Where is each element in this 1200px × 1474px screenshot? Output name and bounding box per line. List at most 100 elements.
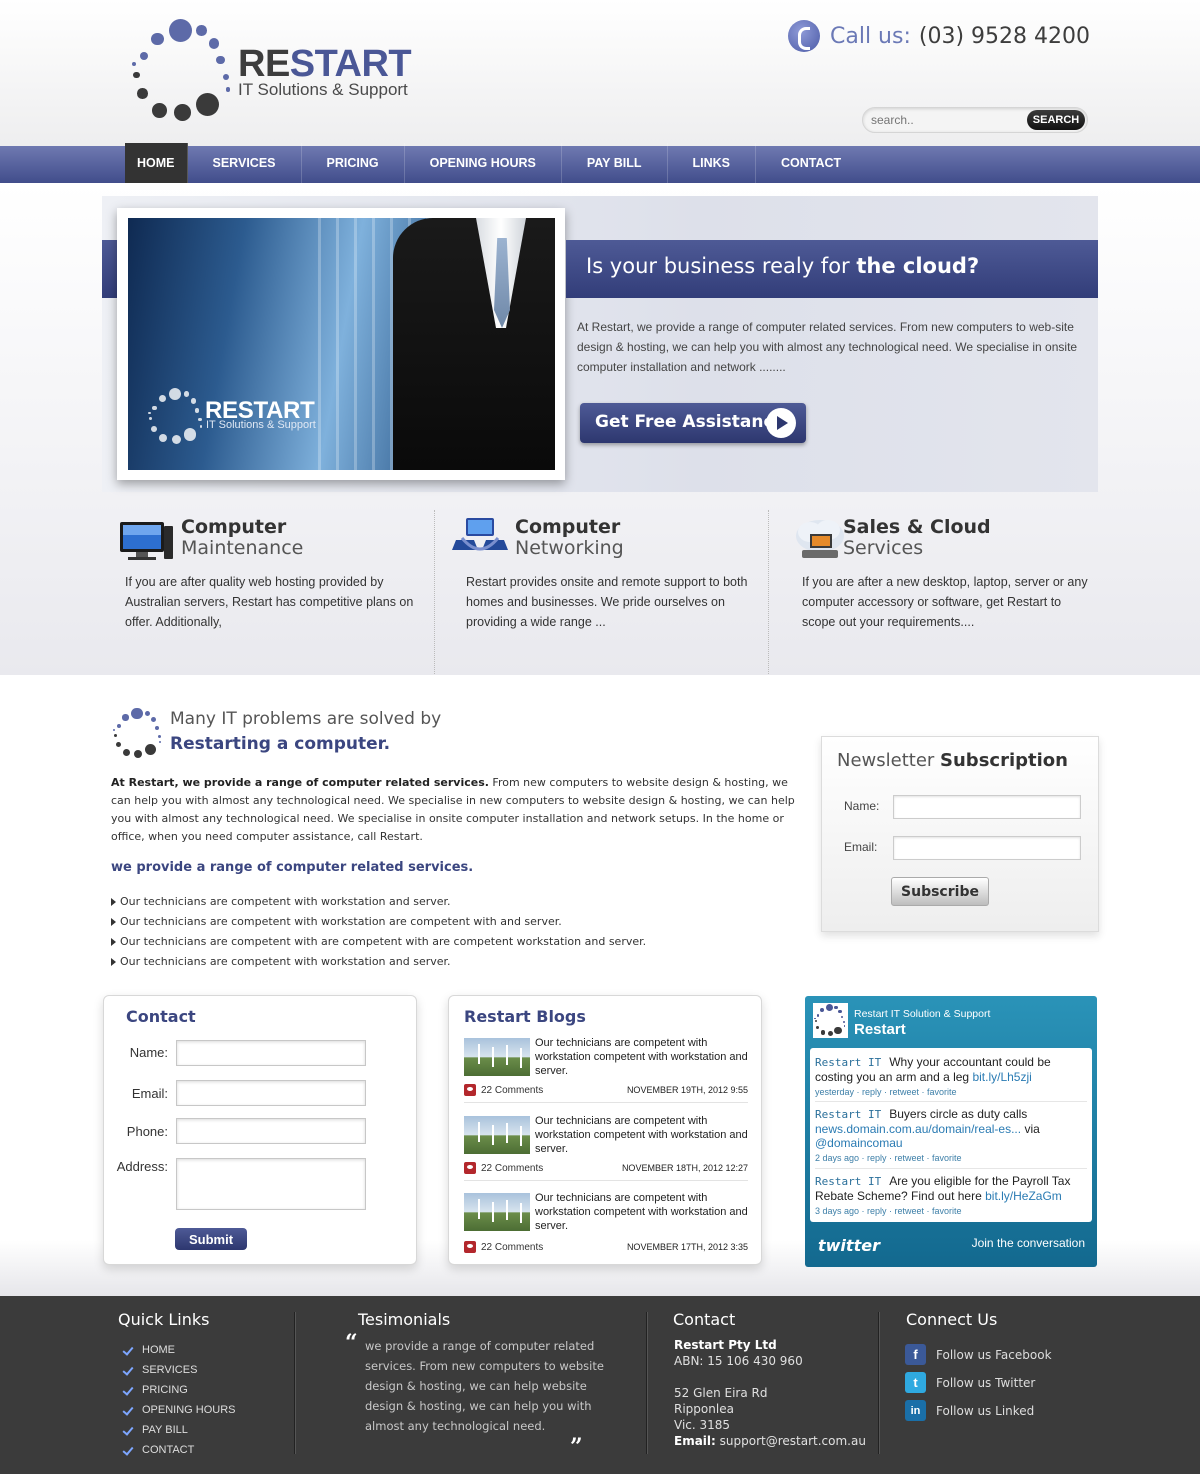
contact-address-input[interactable] bbox=[176, 1158, 366, 1210]
nav-item-links[interactable]: LINKS bbox=[668, 143, 757, 183]
list-item: Our technicians are competent with works… bbox=[111, 892, 646, 912]
service-title: Computer bbox=[515, 516, 621, 538]
nav-item-opening-hours[interactable]: OPENING HOURS bbox=[405, 143, 562, 183]
intro-heading: Many IT problems are solved by bbox=[170, 709, 442, 729]
nav-item-contact[interactable]: CONTACT bbox=[756, 143, 866, 183]
banner-text: At Restart, we provide a range of comput… bbox=[577, 320, 1078, 374]
logo-dot bbox=[151, 32, 164, 46]
get-free-assistance-button[interactable]: Get Free Assistance bbox=[580, 403, 806, 443]
logo-dot bbox=[122, 749, 131, 757]
blog-thumbnail[interactable] bbox=[464, 1193, 530, 1231]
tweet-link[interactable]: news.domain.com.au/domain/real-es... bbox=[815, 1122, 1021, 1136]
nav-item-home[interactable]: HOME bbox=[125, 143, 188, 183]
headline-bold: the cloud? bbox=[856, 254, 980, 278]
blog-excerpt[interactable]: Our technicians are competent with works… bbox=[535, 1114, 748, 1156]
tweet-meta[interactable]: 3 days ago · reply · retweet · favorite bbox=[815, 1204, 1087, 1218]
twitter-avatar[interactable] bbox=[813, 1003, 848, 1038]
blog-excerpt[interactable]: Our technicians are competent with works… bbox=[535, 1191, 748, 1233]
call-number[interactable]: (03) 9528 4200 bbox=[919, 24, 1090, 49]
address-line: 52 Glen Eira Rd bbox=[674, 1386, 768, 1400]
nav-item-services[interactable]: SERVICES bbox=[188, 143, 302, 183]
blogs-title: Restart Blogs bbox=[464, 1007, 586, 1026]
blog-thumbnail[interactable] bbox=[464, 1116, 530, 1154]
contact-name-input[interactable] bbox=[176, 1040, 366, 1066]
twitter-logo[interactable]: twitter bbox=[818, 1236, 880, 1255]
social-link-twitter[interactable]: t Follow us Twitter bbox=[905, 1372, 1035, 1393]
tweet: Restart IT Why your accountant could be c… bbox=[815, 1055, 1087, 1099]
social-link-linkedin[interactable]: in Follow us Linked bbox=[905, 1400, 1034, 1421]
tweet-author[interactable]: Restart IT bbox=[815, 1175, 881, 1188]
tweet-link[interactable]: bit.ly/HeZaGm bbox=[985, 1189, 1062, 1203]
tweet-divider bbox=[815, 1101, 1087, 1102]
logo-dot bbox=[840, 1015, 844, 1019]
blogs-box: Restart Blogs Our technicians are compet… bbox=[448, 995, 762, 1265]
quick-link-home[interactable]: HOME bbox=[123, 1340, 236, 1360]
logo-name: RESTART bbox=[238, 43, 412, 85]
quick-link-services[interactable]: SERVICES bbox=[123, 1360, 236, 1380]
contact-phone-label: Phone: bbox=[126, 1124, 168, 1139]
intro-heading-bold: Restarting a computer. bbox=[170, 734, 391, 754]
newsletter-email-input[interactable] bbox=[893, 836, 1081, 860]
logo-dot bbox=[168, 387, 182, 401]
blog-divider bbox=[464, 1180, 748, 1181]
quick-link-pricing[interactable]: PRICING bbox=[123, 1380, 236, 1400]
tweet-author[interactable]: Restart IT bbox=[815, 1056, 881, 1069]
contact-phone-input[interactable] bbox=[176, 1118, 366, 1144]
logo-dot bbox=[151, 716, 157, 723]
contact-form-title: Contact bbox=[126, 1007, 196, 1026]
tweet-link[interactable]: bit.ly/Lh5zji bbox=[972, 1070, 1031, 1084]
blog-item[interactable]: Our technicians are competent with works… bbox=[464, 1114, 748, 1188]
submit-button[interactable]: Submit bbox=[175, 1228, 247, 1250]
footer-divider bbox=[294, 1312, 295, 1454]
footer-contact-details: Restart Pty Ltd ABN: 15 106 430 960 52 G… bbox=[674, 1337, 874, 1449]
headline-light: Is your business realy for bbox=[586, 254, 857, 278]
tweet: Restart IT Are you eligible for the Payro… bbox=[815, 1174, 1087, 1218]
quick-link-opening-hours[interactable]: OPENING HOURS bbox=[123, 1400, 236, 1420]
logo-tagline: IT Solutions & Support bbox=[238, 80, 408, 99]
contact-email-input[interactable] bbox=[176, 1080, 366, 1106]
newsletter-title: Newsletter Subscription bbox=[837, 750, 1068, 771]
logo-dot bbox=[157, 734, 161, 738]
blog-divider bbox=[464, 1102, 748, 1103]
logo-dot bbox=[814, 1020, 817, 1023]
phone-icon bbox=[787, 20, 820, 52]
social-link-facebook[interactable]: f Follow us Facebook bbox=[905, 1344, 1052, 1365]
blog-item[interactable]: Our technicians are competent with works… bbox=[464, 1036, 748, 1110]
twitter-join-link[interactable]: Join the conversation bbox=[972, 1236, 1085, 1250]
quick-link-pay-bill[interactable]: PAY BILL bbox=[123, 1420, 236, 1440]
company-name: Restart Pty Ltd bbox=[674, 1338, 777, 1352]
footer-email-link[interactable]: support@restart.com.au bbox=[716, 1434, 866, 1448]
blog-comments[interactable]: 22 Comments bbox=[464, 1241, 543, 1253]
network-icon bbox=[452, 518, 508, 551]
cloud-icon bbox=[796, 520, 844, 558]
tweet-meta[interactable]: yesterday · reply · retweet · favorite bbox=[815, 1085, 1087, 1099]
logo-dot bbox=[133, 749, 143, 758]
twitter-account-name[interactable]: Restart bbox=[854, 1021, 906, 1038]
blog-item[interactable]: Our technicians are competent with works… bbox=[464, 1191, 748, 1265]
intro-text-bold: At Restart, we provide a range of comput… bbox=[111, 776, 489, 789]
subscribe-button[interactable]: Subscribe bbox=[891, 877, 989, 906]
nav-item-pay-bill[interactable]: PAY BILL bbox=[562, 143, 668, 183]
contact-name-label: Name: bbox=[129, 1045, 168, 1060]
header: RESTART IT Solutions & Support Call us: … bbox=[0, 0, 1200, 146]
tweet-author[interactable]: Restart IT bbox=[815, 1108, 881, 1121]
search-input[interactable] bbox=[871, 111, 1021, 129]
blog-comments-count: 22 Comments bbox=[481, 1084, 544, 1096]
blog-comments[interactable]: 22 Comments bbox=[464, 1162, 543, 1174]
logo-dot bbox=[196, 92, 220, 116]
tweet-mention[interactable]: @domaincomau bbox=[815, 1136, 903, 1150]
intro-bullet-list: Our technicians are competent with works… bbox=[111, 892, 646, 972]
tweet-meta[interactable]: 2 days ago · reply · retweet · favorite bbox=[815, 1151, 1087, 1165]
search-button[interactable]: SEARCH bbox=[1027, 110, 1085, 130]
connect-title: Connect Us bbox=[906, 1310, 998, 1329]
tweet-divider bbox=[815, 1168, 1087, 1169]
comment-icon bbox=[464, 1241, 476, 1253]
logo-dot bbox=[131, 707, 143, 719]
nav-item-pricing[interactable]: PRICING bbox=[302, 143, 405, 183]
quick-link-contact[interactable]: CONTACT bbox=[123, 1440, 236, 1460]
blog-excerpt[interactable]: Our technicians are competent with works… bbox=[535, 1036, 748, 1078]
site-logo[interactable]: RESTART IT Solutions & Support bbox=[128, 16, 448, 132]
blog-comments[interactable]: 22 Comments bbox=[464, 1084, 543, 1096]
blog-thumbnail[interactable] bbox=[464, 1038, 530, 1076]
newsletter-name-input[interactable] bbox=[893, 795, 1081, 819]
